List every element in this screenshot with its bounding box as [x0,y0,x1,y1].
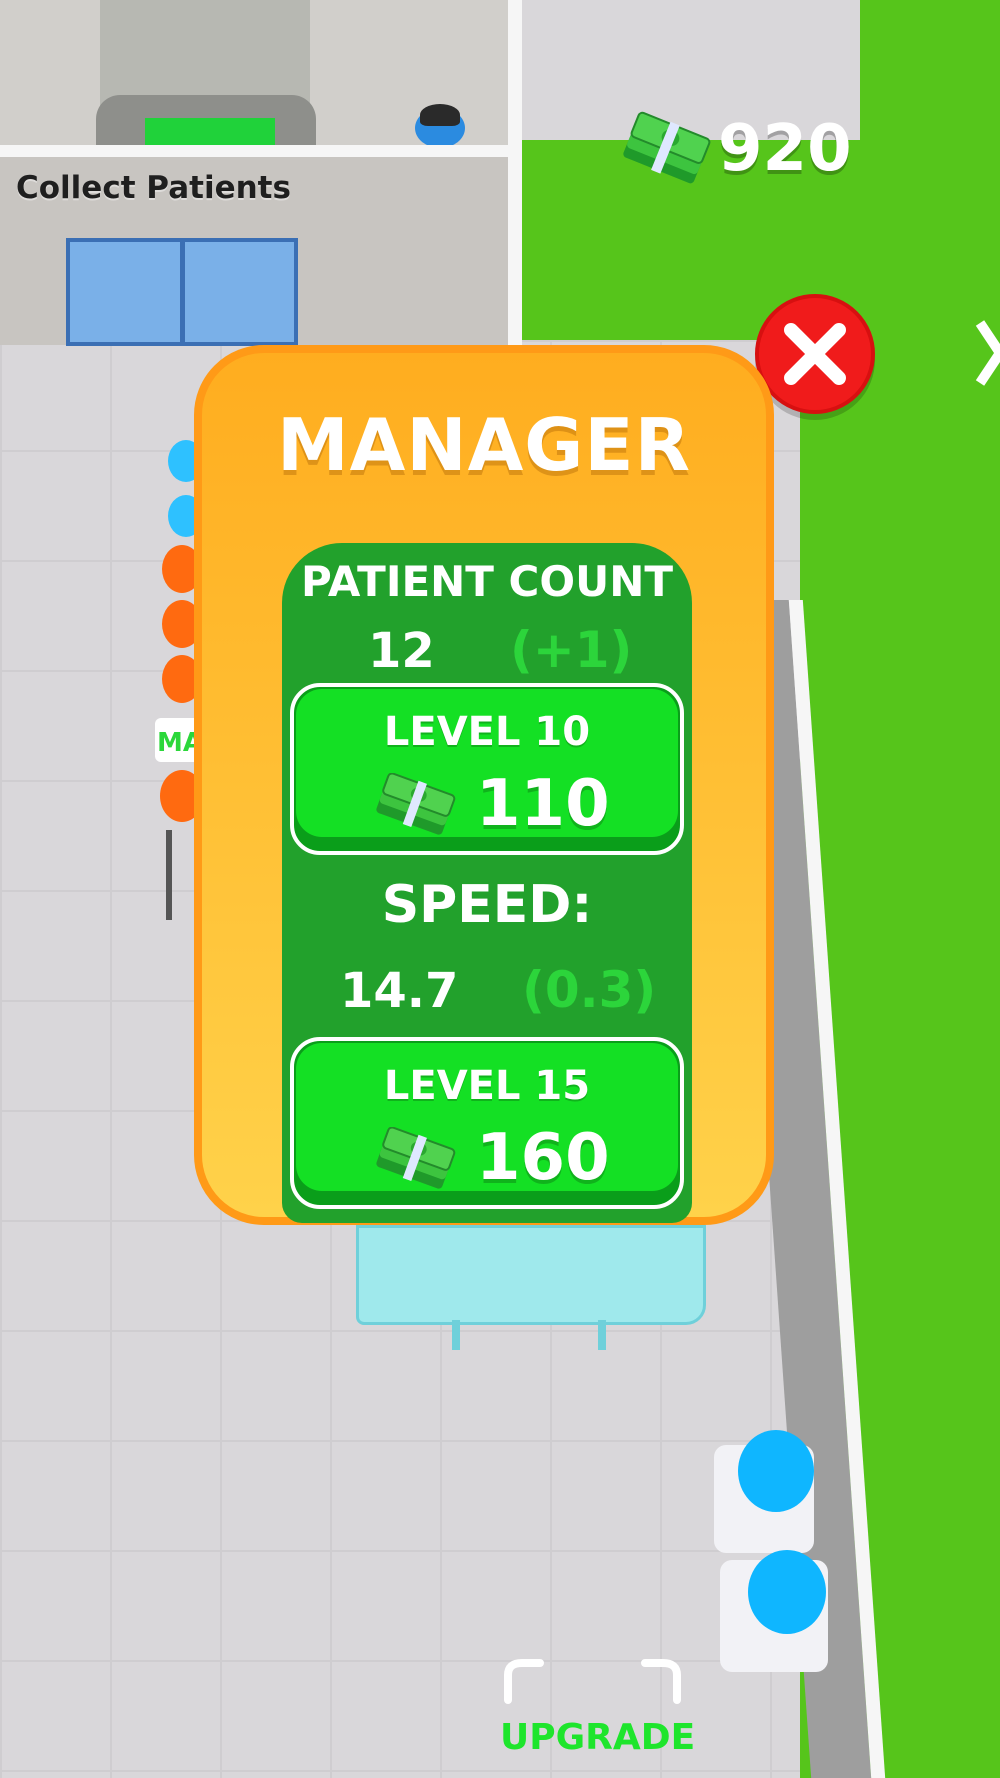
panel-title: MANAGER [276,403,692,487]
close-button[interactable] [755,294,875,414]
cash-stack-icon [623,111,711,184]
cash-stack-icon [376,1127,456,1189]
upgrade-zone-label: UPGRADE [500,1717,696,1758]
patient-count-upgrade-button[interactable]: LEVEL 10 110 [290,683,684,855]
stats-card: PATIENT COUNT 12 (+1) LEVEL 10 110 SPEED… [282,543,692,1223]
money-counter: 920 [620,110,852,188]
speed-label: SPEED: [381,875,593,935]
manager-panel: MANAGER PATIENT COUNT 12 (+1) LEVEL 10 1… [194,345,774,1225]
cash-stack-icon [376,773,456,835]
speed-upgrade-cost: 160 [476,1121,610,1195]
collect-patients-label: Collect Patients [16,170,291,206]
hospital-bed [356,1225,706,1325]
patient-count-upgrade-level: LEVEL 10 [383,709,591,755]
speed-value: 14.7 [340,963,459,1019]
patient-count-bonus: (+1) [510,621,633,679]
close-icon [784,323,846,385]
patient-count-label: PATIENT COUNT [301,557,673,606]
speed-upgrade-button[interactable]: LEVEL 15 160 [290,1037,684,1209]
speed-upgrade-level: LEVEL 15 [383,1063,591,1109]
patient-count-value: 12 [368,623,435,679]
speed-bonus: (0.3) [522,961,657,1019]
patient-count-upgrade-cost: 110 [476,767,610,841]
upgrade-zone[interactable]: UPGRADE [500,1655,696,1775]
money-amount: 920 [718,112,852,186]
zone-corner-brackets [504,1659,681,1704]
